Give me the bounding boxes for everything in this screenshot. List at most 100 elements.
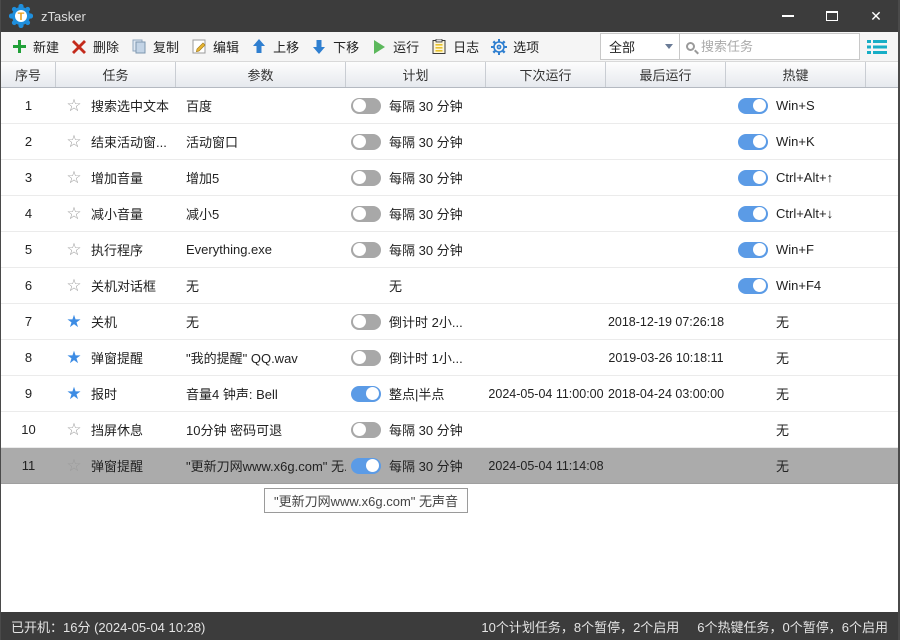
schedule-toggle[interactable] bbox=[351, 133, 381, 150]
column-header-5[interactable]: 下次运行 bbox=[486, 62, 606, 87]
task-param: "更新刀网www.x6g.com" 无... bbox=[186, 459, 346, 474]
next-run-time: 2024-05-04 11:00:00 bbox=[488, 386, 604, 401]
favorite-star-icon[interactable]: ☆ bbox=[64, 277, 84, 294]
hotkey-toggle[interactable] bbox=[738, 97, 768, 114]
hotkey-label: Win+F bbox=[776, 242, 814, 257]
log-button[interactable]: 日志 bbox=[429, 34, 489, 60]
delete-x-icon bbox=[71, 39, 87, 55]
row-blank-cell bbox=[866, 160, 898, 195]
close-button[interactable]: ✕ bbox=[854, 0, 898, 32]
schedule-toggle[interactable] bbox=[351, 241, 381, 258]
hotkey-label: Ctrl+Alt+↑ bbox=[776, 170, 834, 185]
view-list-button[interactable] bbox=[860, 33, 894, 60]
table-row[interactable]: 3 ☆ 增加音量 增加5 每隔 30 分钟 Ctrl+Alt+↑ bbox=[1, 160, 898, 196]
row-number: 10 bbox=[21, 422, 36, 437]
column-header-3[interactable]: 参数 bbox=[176, 62, 346, 87]
table-row[interactable]: 5 ☆ 执行程序 Everything.exe 每隔 30 分钟 Win+F bbox=[1, 232, 898, 268]
favorite-star-icon[interactable]: ☆ bbox=[64, 241, 84, 258]
column-header-1[interactable]: 序号 bbox=[1, 62, 56, 87]
schedule-toggle[interactable] bbox=[351, 169, 381, 186]
new-button[interactable]: 新建 bbox=[9, 34, 69, 60]
window-title: zTasker bbox=[41, 8, 86, 24]
maximize-button[interactable] bbox=[810, 0, 854, 32]
move-up-button[interactable]: 上移 bbox=[249, 34, 309, 60]
app-logo-icon: T bbox=[9, 4, 33, 28]
table-row[interactable]: 7 ★ 关机 无 倒计时 2小... 2018-12-19 07:26:18 无 bbox=[1, 304, 898, 340]
table-row[interactable]: 9 ★ 报时 音量4 钟声: Bell 整点|半点 2024-05-04 11:00:00… bbox=[1, 376, 898, 412]
column-header-7[interactable]: 热键 bbox=[726, 62, 866, 87]
table-cell: 每隔 30 分钟 bbox=[346, 448, 486, 483]
search-input[interactable] bbox=[701, 39, 841, 54]
hotkey-toggle[interactable] bbox=[738, 205, 768, 222]
favorite-star-icon[interactable]: ☆ bbox=[64, 169, 84, 186]
task-cell: ☆ 弹窗提醒 bbox=[56, 448, 176, 483]
edit-button[interactable]: 编辑 bbox=[189, 34, 249, 60]
delete-button[interactable]: 删除 bbox=[69, 34, 129, 60]
arrow-up-icon bbox=[251, 39, 267, 55]
task-param: 10分钟 密码可退 bbox=[186, 423, 283, 438]
task-cell: ☆ 增加音量 bbox=[56, 160, 176, 195]
schedule-label: 每隔 30 分钟 bbox=[389, 459, 463, 474]
task-table: 1 ☆ 搜索选中文本 百度 每隔 30 分钟 Win+S 2 ☆ 结束活动窗... 活动窗口 每隔 … bbox=[1, 88, 898, 484]
app-window: T zTasker ✕ 新建 删除 复制 编辑 上移 下移 运行 日志 选项 全部 bbox=[0, 0, 900, 640]
hotkey-toggle[interactable] bbox=[738, 133, 768, 150]
filter-dropdown[interactable]: 全部 bbox=[600, 33, 680, 60]
schedule-label: 倒计时 1小... bbox=[389, 351, 463, 366]
task-param: 减小5 bbox=[186, 207, 220, 222]
next-run-time bbox=[486, 88, 606, 123]
table-row[interactable]: 6 ☆ 关机对话框 无 无 Win+F4 bbox=[1, 268, 898, 304]
table-row[interactable]: 2 ☆ 结束活动窗... 活动窗口 每隔 30 分钟 Win+K bbox=[1, 124, 898, 160]
favorite-star-icon[interactable]: ☆ bbox=[64, 421, 84, 438]
hotkey-toggle[interactable] bbox=[738, 277, 768, 294]
next-run-time bbox=[486, 412, 606, 447]
next-run-time: 2024-05-04 11:14:08 bbox=[488, 458, 604, 473]
row-blank-cell bbox=[866, 448, 898, 483]
table-row[interactable]: 1 ☆ 搜索选中文本 百度 每隔 30 分钟 Win+S bbox=[1, 88, 898, 124]
favorite-star-icon[interactable]: ☆ bbox=[64, 97, 84, 114]
row-blank-cell bbox=[866, 304, 898, 339]
minimize-button[interactable] bbox=[766, 0, 810, 32]
title-bar: T zTasker ✕ bbox=[1, 0, 898, 32]
tooltip: "更新刀网www.x6g.com" 无声音 bbox=[264, 488, 469, 513]
schedule-toggle[interactable] bbox=[351, 421, 381, 438]
edit-button-label: 编辑 bbox=[213, 40, 240, 55]
task-param: 音量4 钟声: Bell bbox=[186, 387, 278, 402]
run-button[interactable]: 运行 bbox=[369, 34, 429, 60]
last-run-time: 2019-03-26 10:18:11 bbox=[608, 350, 724, 365]
row-number: 1 bbox=[24, 98, 33, 113]
favorite-star-icon[interactable]: ☆ bbox=[64, 457, 84, 474]
schedule-toggle[interactable] bbox=[351, 349, 381, 366]
hotkey-toggle[interactable] bbox=[738, 241, 768, 258]
table-row[interactable]: 8 ★ 弹窗提醒 "我的提醒" QQ.wav 倒计时 1小... 2019-03-26 1… bbox=[1, 340, 898, 376]
favorite-star-icon[interactable]: ☆ bbox=[64, 133, 84, 150]
column-header-2[interactable]: 任务 bbox=[56, 62, 176, 87]
next-run-time bbox=[486, 124, 606, 159]
arrow-down-icon bbox=[311, 39, 327, 55]
table-row[interactable]: 11 ☆ 弹窗提醒 "更新刀网www.x6g.com" 无... 每隔 30 分钟 202… bbox=[1, 448, 898, 484]
column-header-4[interactable]: 计划 bbox=[346, 62, 486, 87]
column-header-6[interactable]: 最后运行 bbox=[606, 62, 726, 87]
favorite-star-icon[interactable]: ☆ bbox=[64, 205, 84, 222]
favorite-star-icon[interactable]: ★ bbox=[64, 313, 84, 330]
task-cell: ☆ 结束活动窗... bbox=[56, 124, 176, 159]
table-row[interactable]: 4 ☆ 减小音量 减小5 每隔 30 分钟 Ctrl+Alt+↓ bbox=[1, 196, 898, 232]
task-param: "我的提醒" QQ.wav bbox=[186, 351, 298, 366]
schedule-toggle[interactable] bbox=[351, 97, 381, 114]
last-run-time bbox=[606, 196, 726, 231]
table-row[interactable]: 10 ☆ 挡屏休息 10分钟 密码可退 每隔 30 分钟 无 bbox=[1, 412, 898, 448]
schedule-toggle[interactable] bbox=[351, 385, 381, 402]
favorite-star-icon[interactable]: ★ bbox=[64, 385, 84, 402]
task-cell: ★ 报时 bbox=[56, 376, 176, 411]
svg-text:T: T bbox=[18, 11, 25, 23]
options-button[interactable]: 选项 bbox=[489, 34, 549, 60]
row-number: 2 bbox=[24, 134, 33, 149]
move-down-button[interactable]: 下移 bbox=[309, 34, 369, 60]
favorite-star-icon[interactable]: ★ bbox=[64, 349, 84, 366]
schedule-toggle[interactable] bbox=[351, 205, 381, 222]
hotkey-label: 无 bbox=[776, 423, 790, 438]
hotkey-toggle[interactable] bbox=[738, 169, 768, 186]
schedule-toggle[interactable] bbox=[351, 457, 381, 474]
schedule-toggle[interactable] bbox=[351, 313, 381, 330]
copy-button[interactable]: 复制 bbox=[129, 34, 189, 60]
table-cell: Win+S bbox=[726, 88, 866, 123]
